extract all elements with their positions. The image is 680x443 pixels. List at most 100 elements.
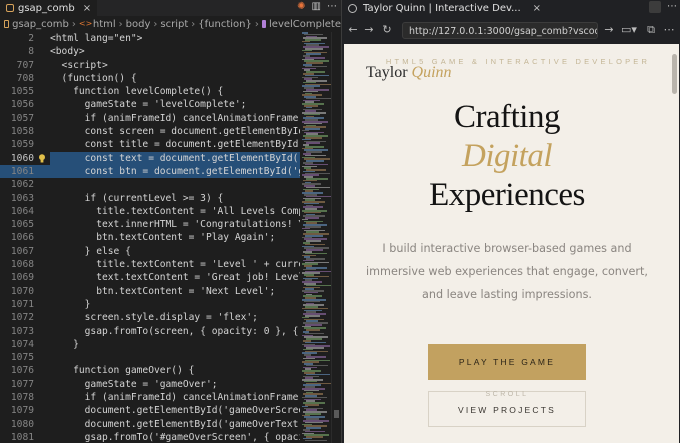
code-text: <body>: [50, 46, 85, 58]
code-line[interactable]: 1072 screen.style.display = 'flex';: [0, 311, 300, 324]
line-number: 1055: [10, 86, 34, 98]
close-icon[interactable]: ×: [533, 3, 541, 14]
minimap[interactable]: [300, 32, 332, 443]
hero-heading-line-2: Digital: [461, 138, 553, 174]
html-tag-icon: <>: [78, 19, 93, 28]
line-number: 1075: [10, 352, 34, 364]
code-line[interactable]: 8 <body>: [0, 45, 300, 58]
chevron-right-icon: ›: [153, 18, 158, 30]
code-line[interactable]: 1058 const screen = document.getElementB…: [0, 125, 300, 138]
line-number: 1062: [10, 179, 34, 191]
code-line[interactable]: 1077 gameState = 'gameOver';: [0, 378, 300, 391]
code-text: }: [50, 298, 91, 310]
breadcrumb-item[interactable]: body: [126, 19, 151, 30]
inspect-icon[interactable]: ⧉: [644, 22, 658, 38]
code-line[interactable]: 1073 gsap.fromTo(screen, { opacity: 0 },…: [0, 325, 300, 338]
preview-browser: Taylor Quinn | Interactive Dev... × ⋯ ← …: [341, 0, 680, 443]
code-line[interactable]: 1055 function levelComplete() {: [0, 85, 300, 98]
line-number: 1066: [10, 232, 34, 244]
code-line[interactable]: 1070 btn.textContent = 'Next Level';: [0, 285, 300, 298]
line-number: 1076: [10, 365, 34, 377]
code-line[interactable]: 708 (function() {: [0, 72, 300, 85]
editor-scrollbar[interactable]: [331, 32, 341, 443]
line-number: 1080: [10, 418, 34, 430]
forward-arrow-icon[interactable]: →: [362, 22, 376, 38]
code-line[interactable]: 1060 const text = document.getElementByI…: [0, 151, 300, 165]
code-line[interactable]: 1067 } else {: [0, 245, 300, 258]
brand-first-name: Taylor: [366, 64, 408, 81]
brand-logo[interactable]: Taylor Quinn: [366, 64, 452, 82]
code-line[interactable]: 1057 if (animFrameId) cancelAnimationFra…: [0, 112, 300, 125]
code-line[interactable]: 1068 title.textContent = 'Level ' + curr…: [0, 258, 300, 271]
scrollbar-thumb[interactable]: [672, 54, 677, 94]
line-number: 1064: [10, 205, 34, 217]
lightbulb-icon[interactable]: [38, 153, 46, 163]
url-input[interactable]: http://127.0.0.1:3000/gsap_comb?vscode-l…: [402, 22, 598, 39]
close-icon[interactable]: ×: [83, 3, 91, 14]
split-editor-icon[interactable]: ▥: [312, 1, 321, 12]
line-number: 1067: [10, 245, 34, 257]
minimap-row: [305, 439, 327, 442]
line-number: 1077: [10, 378, 34, 390]
device-menu-icon[interactable]: ▭▾: [618, 22, 640, 38]
code-line[interactable]: 1065 text.innerHTML = 'Congratulations! …: [0, 218, 300, 231]
code-text: btn.textContent = 'Play Again';: [50, 232, 276, 244]
breadcrumb-item[interactable]: {function}: [198, 19, 252, 30]
back-arrow-icon[interactable]: ←: [346, 22, 360, 38]
code-line[interactable]: 1080 document.getElementById('gameOverTe…: [0, 418, 300, 431]
more-actions-icon[interactable]: ⋯: [327, 1, 337, 12]
more-actions-icon[interactable]: ⋯: [667, 1, 677, 12]
line-number: 1068: [10, 259, 34, 271]
reload-icon[interactable]: ↻: [380, 22, 394, 38]
editor-tab-label: gsap_comb: [18, 2, 75, 14]
code-text: const text = document.getElementById('le…: [50, 151, 300, 165]
live-preview-icon[interactable]: ✺: [297, 1, 305, 12]
breadcrumb-item[interactable]: html: [93, 19, 116, 30]
code-line[interactable]: 1079 document.getElementById('gameOverSc…: [0, 404, 300, 417]
browser-tab[interactable]: Taylor Quinn | Interactive Dev... × ⋯: [342, 0, 680, 16]
code-line[interactable]: 1063 if (currentLevel >= 3) {: [0, 192, 300, 205]
code-text: gameState = 'levelComplete';: [50, 99, 247, 111]
line-number: 1074: [10, 338, 34, 350]
code-line[interactable]: 1078 if (animFrameId) cancelAnimationFra…: [0, 391, 300, 404]
code-line[interactable]: 707 <script>: [0, 59, 300, 72]
portfolio-page: HTML5 GAME & INTERACTIVE DEVELOPER Taylo…: [344, 44, 670, 443]
code-text: btn.textContent = 'Next Level';: [50, 285, 276, 297]
code-line[interactable]: 1075: [0, 351, 300, 364]
code-line[interactable]: 1059 const title = document.getElementBy…: [0, 138, 300, 151]
more-actions-icon[interactable]: ⋯: [662, 22, 676, 38]
line-number: 1073: [10, 325, 34, 337]
line-number: 1060: [10, 152, 34, 164]
editor-tab-bar: gsap_comb × ✺ ▥ ⋯: [0, 0, 341, 16]
code-text: gameState = 'gameOver';: [50, 378, 218, 390]
code-line[interactable]: 1064 title.textContent = 'All Levels Com…: [0, 205, 300, 218]
scrollbar-thumb[interactable]: [334, 410, 339, 418]
code-line[interactable]: 1069 text.textContent = 'Great job! Leve…: [0, 271, 300, 284]
code-line[interactable]: 1074 }: [0, 338, 300, 351]
code-line[interactable]: 1066 btn.textContent = 'Play Again';: [0, 231, 300, 244]
code-line[interactable]: 2 <html lang="en">: [0, 32, 300, 45]
chevron-right-icon: ›: [71, 18, 76, 30]
code-line[interactable]: 1076 function gameOver() {: [0, 364, 300, 377]
breadcrumb-item[interactable]: levelComplete: [269, 19, 341, 30]
play-the-game-button[interactable]: PLAY THE GAME: [428, 344, 586, 380]
breadcrumb-item[interactable]: gsap_comb: [12, 19, 69, 30]
breadcrumb-item[interactable]: script: [160, 19, 188, 30]
scroll-hint: SCROLL: [485, 391, 529, 398]
line-number: 8: [28, 46, 34, 58]
code-text: title.textContent = 'All Levels Complet: [50, 205, 300, 217]
code-line[interactable]: 1062: [0, 178, 300, 191]
method-icon: [261, 20, 267, 28]
code-line[interactable]: 1081 gsap.fromTo('#gameOverScreen', { op…: [0, 431, 300, 443]
page-scrollbar[interactable]: [670, 44, 679, 443]
code-text: gsap.fromTo(screen, { opacity: 0 }, { op…: [50, 325, 300, 337]
code-text: const btn = document.getElementById('gam…: [50, 165, 300, 177]
code-area[interactable]: 2 <html lang="en"> 8 <body> 707 <script> 708 …: [0, 32, 300, 443]
code-line[interactable]: 1071 }: [0, 298, 300, 311]
editor-tab-gsap-comb[interactable]: gsap_comb ×: [0, 0, 98, 16]
code-line[interactable]: 1061 const btn = document.getElementById…: [0, 164, 300, 179]
code-line[interactable]: 1056 gameState = 'levelComplete';: [0, 98, 300, 111]
external-open-icon[interactable]: →: [602, 22, 616, 38]
html-file-icon: [6, 4, 14, 12]
lock-icon[interactable]: [649, 1, 661, 13]
